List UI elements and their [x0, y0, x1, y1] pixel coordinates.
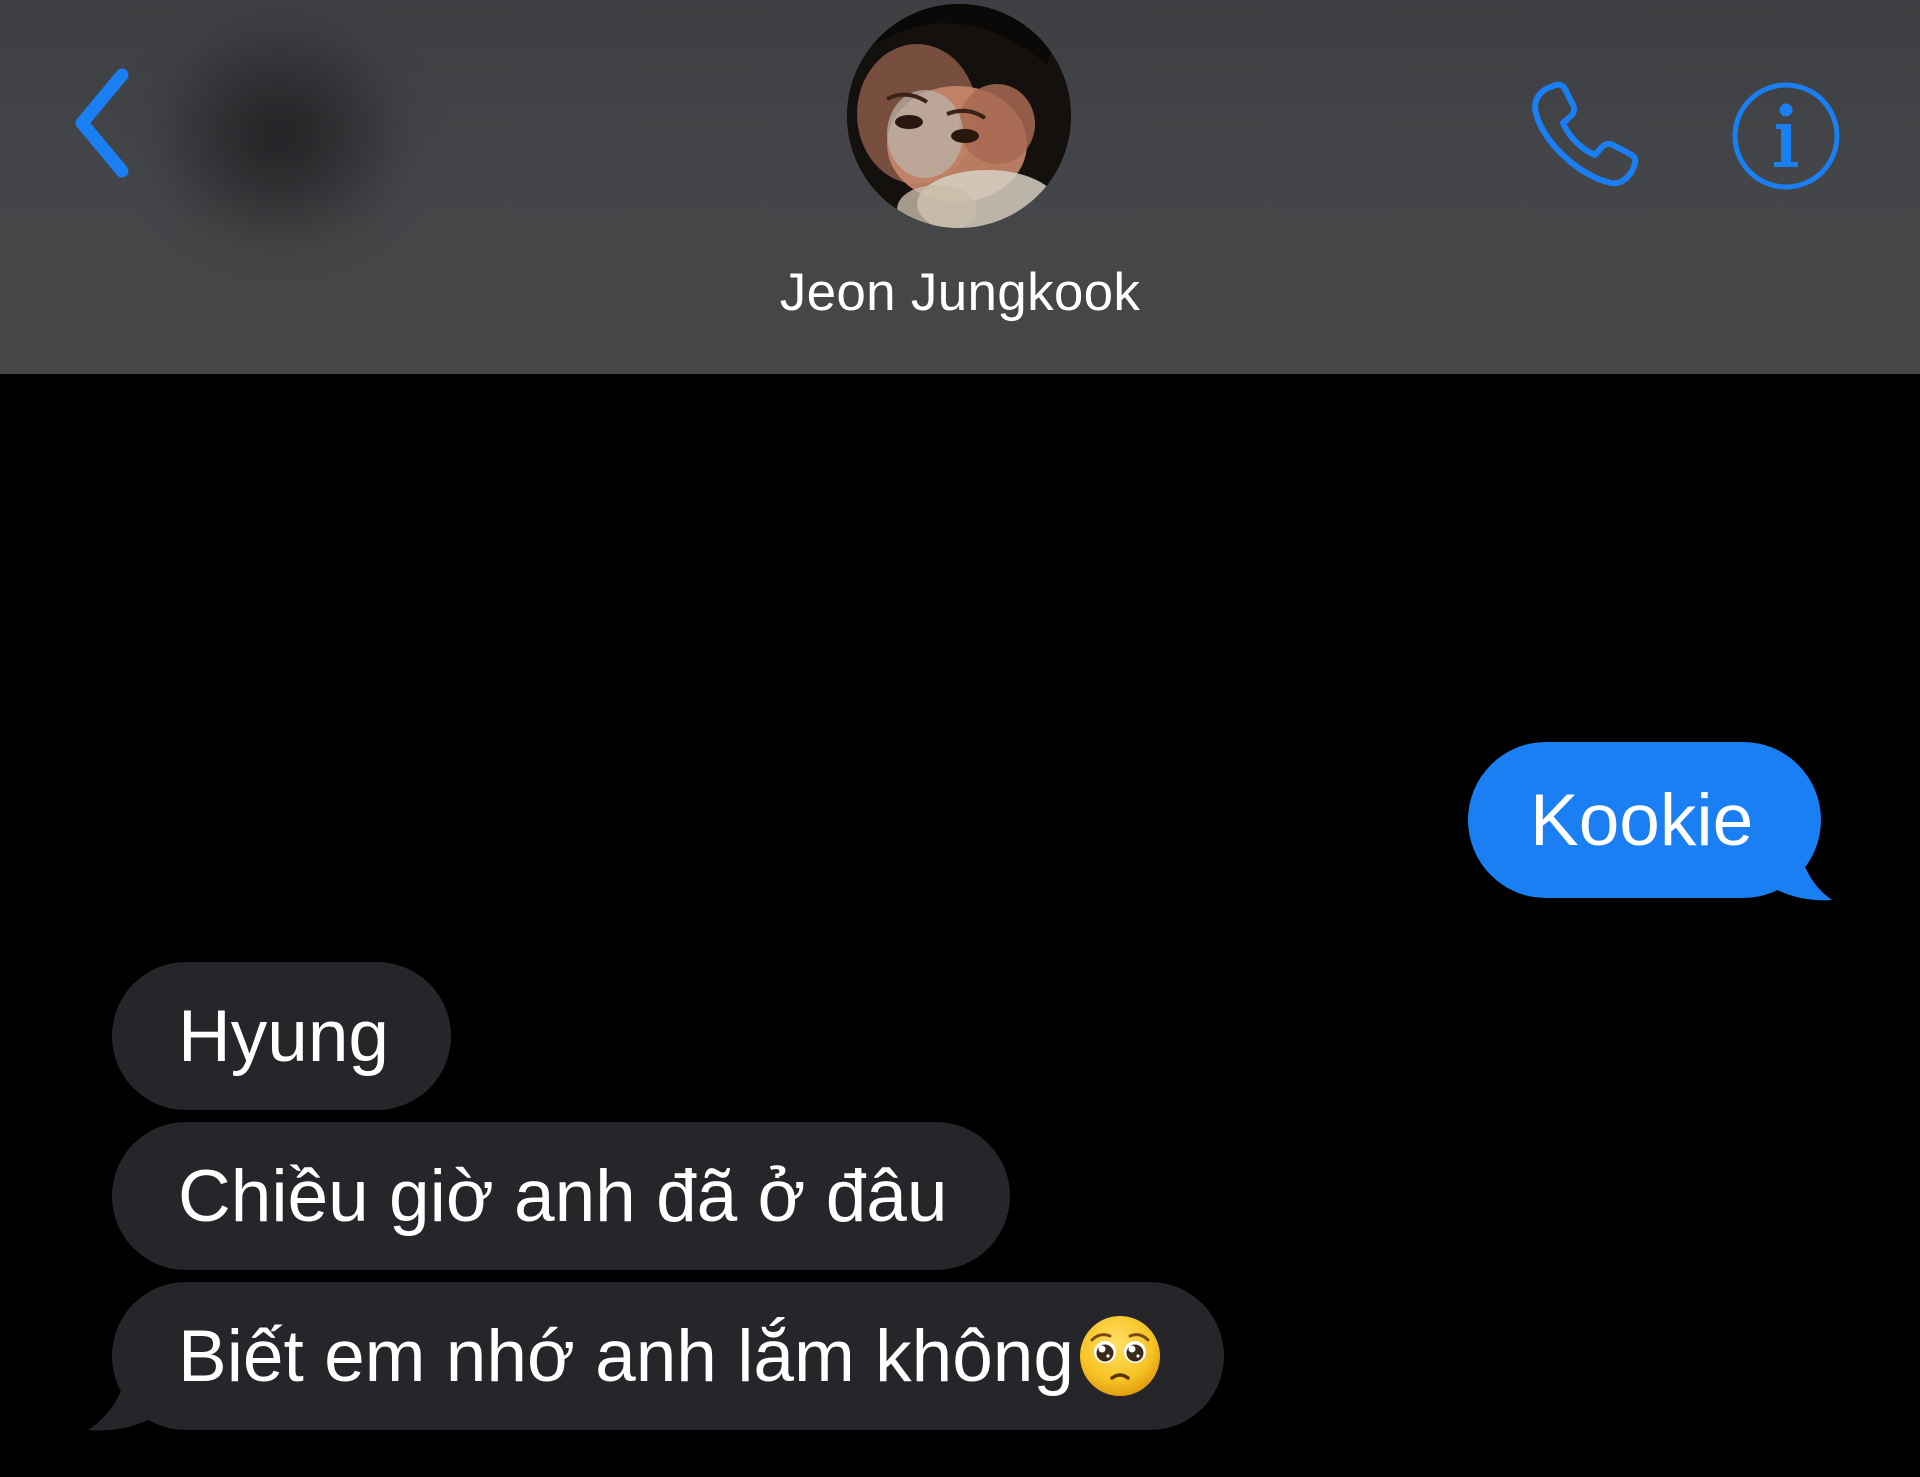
incoming-message-bubble[interactable]: Chiều giờ anh đã ở đâu: [112, 1122, 1010, 1270]
call-button[interactable]: [1520, 70, 1650, 200]
pleading-face-emoji: [1080, 1316, 1160, 1396]
avatar-photo: [847, 4, 1071, 228]
back-button[interactable]: [60, 58, 150, 188]
info-button[interactable]: [1724, 74, 1848, 198]
message-text: Biết em nhớ anh lắm không: [178, 1315, 1074, 1397]
contact-avatar[interactable]: [847, 4, 1071, 228]
chevron-left-icon: [75, 68, 129, 178]
bubble-tail: [1758, 812, 1832, 901]
info-icon: [1732, 82, 1840, 190]
message-text: Kookie: [1530, 779, 1754, 861]
conversation-header: Jeon Jungkook: [0, 0, 1920, 374]
incoming-message-bubble[interactable]: Biết em nhớ anh lắm không: [112, 1282, 1224, 1430]
incoming-message-bubble[interactable]: Hyung: [112, 962, 452, 1110]
chat-screen: Jeon Jungkook Kookie Hyung Chiều giờ anh…: [0, 0, 1920, 1477]
header-blur: [150, 20, 410, 250]
message-text: Hyung: [178, 995, 390, 1077]
contact-name[interactable]: Jeon Jungkook: [660, 262, 1260, 323]
message-text: Chiều giờ anh đã ở đâu: [178, 1155, 948, 1237]
phone-icon: [1532, 81, 1639, 187]
